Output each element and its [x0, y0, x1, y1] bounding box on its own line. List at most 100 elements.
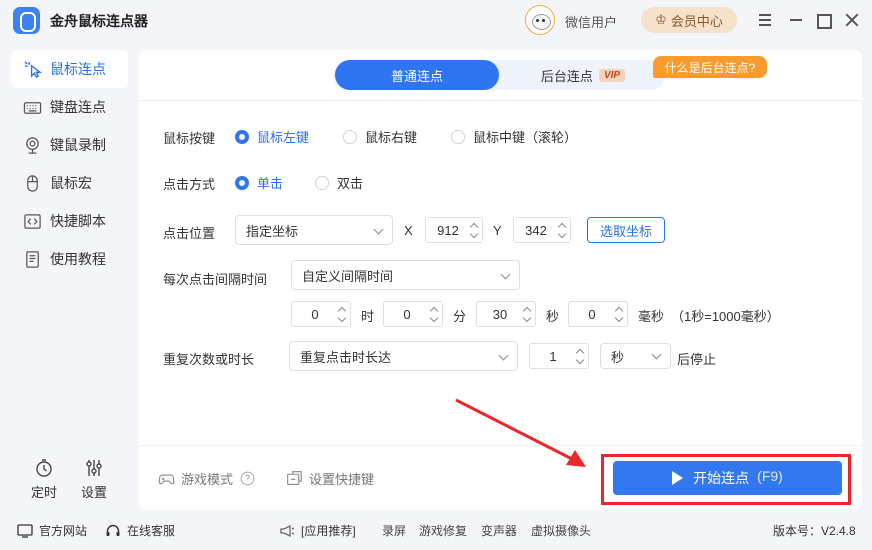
radio-label: 鼠标中键（滚轮）: [473, 130, 578, 145]
start-clicking-button[interactable]: 开始连点 (F9): [613, 461, 842, 495]
sidebar-item-label: 键鼠录制: [50, 137, 106, 153]
official-site-label: 官方网站: [39, 524, 88, 538]
start-label: 开始连点: [693, 470, 750, 486]
sidebar-item-label: 快捷脚本: [50, 213, 106, 229]
interval-hint: （1秒=1000毫秒）: [671, 309, 780, 324]
radio-label: 双击: [337, 176, 364, 191]
repeat-value-input[interactable]: 1: [529, 343, 589, 369]
maximize-icon[interactable]: [813, 10, 833, 30]
interval-mode-select[interactable]: 自定义间隔时间: [291, 260, 520, 290]
chevron-down-icon: [373, 224, 384, 235]
minutes-input[interactable]: 0: [383, 301, 443, 327]
background-click-tip[interactable]: 什么是后台连点?: [653, 56, 767, 78]
minimize-icon[interactable]: [786, 10, 806, 30]
radio-double-click[interactable]: 双击: [315, 173, 363, 192]
repeat-unit-select[interactable]: 秒: [600, 343, 671, 369]
position-mode-select[interactable]: 指定坐标: [235, 215, 393, 245]
start-hotkey: (F9): [757, 468, 783, 484]
vip-badge: VIP: [598, 68, 626, 82]
sidebar-item-mouse-macro[interactable]: 鼠标宏: [11, 164, 128, 202]
tutorial-icon: [23, 250, 42, 269]
repeat-value: 1: [549, 348, 557, 364]
milliseconds-unit: 毫秒: [638, 309, 665, 324]
radio-dot: [315, 175, 329, 190]
y-coordinate-input[interactable]: 342: [513, 217, 571, 243]
radio-dot: [451, 129, 465, 144]
sidebar-item-mouse-click[interactable]: 鼠标连点: [11, 50, 128, 88]
x-value: 912: [437, 222, 459, 238]
vip-center-label: 会员中心: [670, 13, 723, 29]
spinner-arrows-icon[interactable]: [558, 222, 566, 238]
radio-middle-button[interactable]: 鼠标中键（滚轮）: [451, 127, 577, 146]
divider: [139, 100, 862, 101]
interval-label: 每次点击间隔时间: [163, 272, 268, 287]
hotkey-settings-label: 设置快捷键: [309, 472, 375, 487]
main-panel: 普通连点 后台连点 VIP 什么是后台连点? 鼠标按键 鼠标左键 鼠标右键 鼠标…: [139, 50, 862, 510]
vip-center-button[interactable]: ♔ 会员中心: [641, 7, 737, 33]
milliseconds-input[interactable]: 0: [568, 301, 628, 327]
link-voice-changer[interactable]: 变声器: [481, 522, 517, 539]
spinner-arrows-icon[interactable]: [576, 348, 584, 364]
hotkey-settings-button[interactable]: 设置快捷键: [286, 469, 374, 488]
help-icon[interactable]: [239, 470, 256, 487]
repeat-mode-select[interactable]: 重复点击时长达: [289, 341, 518, 371]
radio-left-button[interactable]: 鼠标左键: [235, 127, 309, 146]
repeat-suffix: 后停止: [677, 352, 717, 367]
tab-label: 普通连点: [390, 68, 443, 84]
spinner-arrows-icon[interactable]: [430, 306, 438, 322]
seconds-input[interactable]: 30: [476, 301, 536, 327]
seconds-value: 30: [492, 306, 508, 322]
timer-label: 定时: [30, 485, 57, 500]
user-avatar[interactable]: [525, 5, 555, 35]
link-game-repair[interactable]: 游戏修复: [419, 522, 467, 539]
settings-button[interactable]: 设置: [74, 458, 114, 501]
spinner-arrows-icon[interactable]: [338, 306, 346, 322]
menu-icon[interactable]: [755, 10, 775, 30]
recommend-text: [应用推荐]: [301, 524, 356, 538]
version-text: 版本号：V2.4.8: [773, 524, 856, 538]
sidebar-item-record[interactable]: 键鼠录制: [11, 126, 128, 164]
radio-right-button[interactable]: 鼠标右键: [343, 127, 417, 146]
gamepad-icon: [158, 474, 175, 485]
radio-label: 鼠标右键: [365, 130, 418, 145]
radio-label: 鼠标左键: [257, 130, 310, 145]
select-value: 重复点击时长达: [300, 349, 392, 365]
x-coordinate-input[interactable]: 912: [425, 217, 483, 243]
online-service-label: 在线客服: [127, 524, 176, 538]
tab-background-click[interactable]: 后台连点 VIP: [513, 60, 653, 90]
settings-icon: [86, 460, 102, 476]
game-mode-label: 游戏模式: [181, 472, 234, 487]
click-mode-label: 点击方式: [163, 177, 216, 192]
spinner-arrows-icon[interactable]: [523, 306, 531, 322]
pick-coordinate-button[interactable]: 选取坐标: [587, 217, 665, 243]
radio-single-click[interactable]: 单击: [235, 173, 283, 192]
hours-input[interactable]: 0: [291, 301, 351, 327]
hotkey-icon: [287, 471, 302, 486]
game-mode-toggle[interactable]: 游戏模式: [158, 469, 256, 488]
online-service-link[interactable]: 在线客服: [105, 522, 175, 539]
sidebar-item-tutorial[interactable]: 使用教程: [11, 240, 128, 278]
sidebar-item-script[interactable]: 快捷脚本: [11, 202, 128, 240]
select-value: 自定义间隔时间: [302, 268, 394, 284]
megaphone-icon: [280, 524, 295, 537]
mouse-icon: [23, 174, 42, 193]
title-bar: 金舟鼠标连点器 微信用户 ♔ 会员中心: [0, 0, 872, 40]
app-title: 金舟鼠标连点器: [50, 13, 148, 29]
repeat-label: 重复次数或时长: [163, 352, 255, 367]
timer-button[interactable]: 定时: [24, 458, 64, 501]
tab-normal-click[interactable]: 普通连点: [335, 60, 499, 90]
spinner-arrows-icon[interactable]: [470, 222, 478, 238]
x-label: X: [404, 223, 413, 238]
spinner-arrows-icon[interactable]: [615, 306, 623, 322]
sidebar-item-keyboard-click[interactable]: 键盘连点: [11, 88, 128, 126]
minutes-unit: 分: [453, 309, 467, 324]
close-icon[interactable]: [842, 10, 862, 30]
record-icon: [23, 136, 42, 155]
official-site-link[interactable]: 官方网站: [17, 522, 87, 539]
tab-label: 后台连点: [540, 68, 593, 84]
user-name[interactable]: 微信用户: [565, 12, 617, 31]
y-value: 342: [525, 222, 547, 238]
app-logo-icon: [13, 7, 40, 34]
link-screen-record[interactable]: 录屏: [382, 522, 406, 539]
link-virtual-camera[interactable]: 虚拟摄像头: [531, 522, 591, 539]
